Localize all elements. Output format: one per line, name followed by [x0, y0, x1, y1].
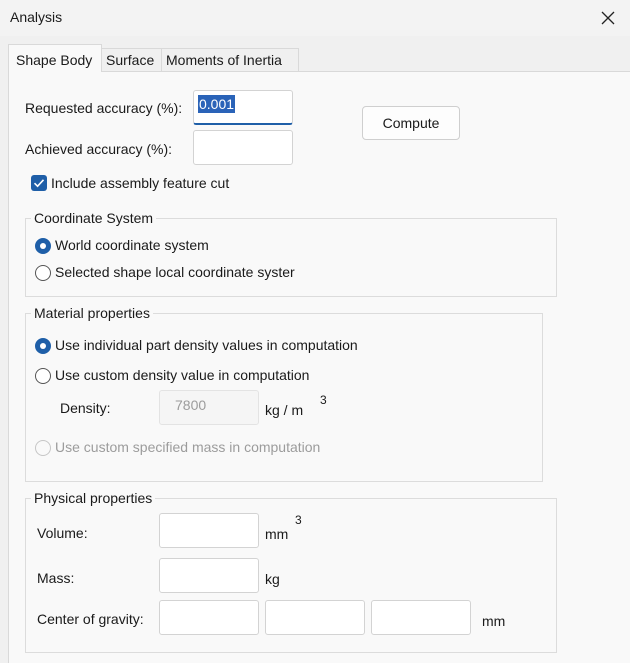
volume-field[interactable] — [159, 513, 259, 548]
radio-custom-mass[interactable] — [35, 440, 51, 456]
radio-local-coordinate[interactable] — [35, 265, 51, 281]
checkmark-icon — [33, 179, 45, 188]
window-title: Analysis — [10, 9, 63, 25]
custom-mass-label: Use custom specified mass in computation — [55, 439, 321, 455]
center-of-gravity-y-field[interactable] — [265, 600, 365, 635]
compute-button[interactable]: Compute — [362, 106, 460, 140]
tab-surface[interactable]: Surface — [101, 48, 162, 71]
world-coordinate-label: World coordinate system — [55, 237, 209, 253]
requested-accuracy-input[interactable]: 0.001 — [193, 90, 293, 125]
achieved-accuracy-field[interactable] — [193, 130, 293, 165]
requested-accuracy-label: Requested accuracy (%): — [25, 100, 183, 116]
volume-unit: mm — [265, 526, 289, 542]
radio-world-coordinate[interactable] — [35, 238, 51, 254]
volume-unit-exponent: 3 — [295, 513, 302, 527]
mass-unit: kg — [265, 571, 280, 587]
center-of-gravity-z-field[interactable] — [371, 600, 471, 635]
tab-moments-of-inertia[interactable]: Moments of Inertia — [161, 48, 299, 71]
requested-accuracy-value: 0.001 — [198, 95, 236, 113]
density-unit-exponent: 3 — [320, 393, 327, 407]
density-input[interactable]: 7800 — [159, 390, 259, 425]
achieved-accuracy-label: Achieved accuracy (%): — [25, 141, 173, 157]
coordinate-system-group — [25, 218, 557, 297]
coordinate-system-title: Coordinate System — [31, 210, 157, 226]
density-unit: kg / m — [265, 402, 304, 418]
density-label: Density: — [60, 400, 111, 416]
title-bar — [0, 0, 630, 36]
radio-custom-density[interactable] — [35, 368, 51, 384]
mass-label: Mass: — [37, 570, 75, 586]
center-of-gravity-label: Center of gravity: — [37, 611, 144, 627]
close-button[interactable] — [594, 4, 622, 32]
center-of-gravity-unit: mm — [482, 613, 506, 629]
custom-density-label: Use custom density value in computation — [55, 367, 310, 383]
local-coordinate-label: Selected shape local coordinate syster — [55, 264, 295, 280]
include-assembly-cut-label: Include assembly feature cut — [51, 175, 230, 191]
include-assembly-cut-checkbox[interactable] — [31, 175, 47, 191]
radio-individual-density[interactable] — [35, 338, 51, 354]
mass-field[interactable] — [159, 558, 259, 593]
center-of-gravity-x-field[interactable] — [159, 600, 259, 635]
material-properties-title: Material properties — [31, 305, 153, 321]
close-icon — [601, 11, 615, 25]
volume-label: Volume: — [37, 525, 88, 541]
physical-properties-title: Physical properties — [31, 490, 156, 506]
tab-shape-body[interactable]: Shape Body — [8, 44, 102, 72]
individual-density-label: Use individual part density values in co… — [55, 337, 358, 353]
